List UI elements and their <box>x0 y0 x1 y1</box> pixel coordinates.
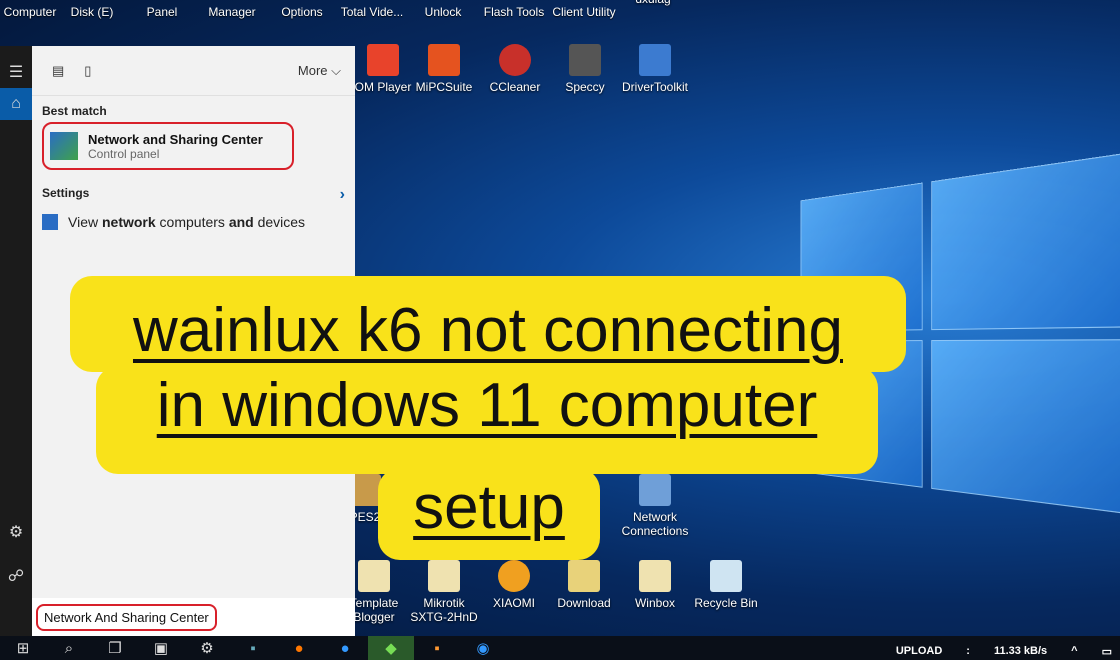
settings-icon[interactable]: ⚙ <box>184 636 230 660</box>
app-icon[interactable]: ● <box>322 636 368 660</box>
search-input[interactable]: Network And Sharing Center <box>36 603 217 631</box>
warning-icon <box>498 560 530 592</box>
ccleaner-icon <box>499 44 531 76</box>
desktop-icon[interactable]: XIAOMI <box>476 560 552 610</box>
desktop-icon[interactable]: dxdiag <box>618 0 688 6</box>
desktop-icon-speccy[interactable]: Speccy <box>547 44 623 94</box>
drivertoolkit-icon <box>639 44 671 76</box>
result-title: Network and Sharing Center <box>88 131 263 147</box>
home-icon[interactable]: ⌂ <box>0 88 32 120</box>
desktop-icon-label[interactable]: Total Vide... <box>332 5 412 19</box>
hamburger-menu-icon[interactable]: ☰ <box>0 56 32 88</box>
file-icon <box>428 560 460 592</box>
result-subtitle: Control panel <box>88 146 160 161</box>
documents-filter-icon[interactable]: ▤ <box>52 63 64 79</box>
app-icon[interactable]: ◆ <box>368 636 414 660</box>
settings-header: Settings <box>42 186 90 200</box>
network-icon <box>42 214 58 230</box>
desktop-icon-mipcsuite[interactable]: MiPCSuite <box>406 44 482 94</box>
desktop-icon-label[interactable]: Client Utility <box>544 5 624 19</box>
best-match-result[interactable]: Network and Sharing Center Control panel <box>42 122 294 170</box>
desktop-icon-ccleaner[interactable]: CCleaner <box>477 44 553 94</box>
desktop-icon[interactable]: Download <box>546 560 622 610</box>
desktop-icon-label[interactable]: Unlock <box>403 5 483 19</box>
store-icon[interactable]: ▣ <box>138 636 184 660</box>
desktop-icon-label[interactable]: Disk (E) <box>52 5 132 19</box>
desktop-icon-drivertoolkit[interactable]: DriverToolkit <box>617 44 693 94</box>
app-icon[interactable]: ◉ <box>460 636 506 660</box>
download-folder-icon <box>568 560 600 592</box>
speccy-icon <box>569 44 601 76</box>
app-icon[interactable]: ▪ <box>230 636 276 660</box>
battery-icon[interactable]: ▭ <box>1102 645 1112 658</box>
firefox-icon[interactable]: ● <box>276 636 322 660</box>
desktop-icon[interactable]: Recycle Bin <box>688 560 764 610</box>
network-sharing-icon <box>50 132 78 160</box>
chevron-up-icon[interactable]: ^ <box>1071 645 1077 658</box>
start-sidebar: ☰ ⌂ ⚙ ☍ <box>0 46 32 636</box>
settings-result[interactable]: View network computers and devices <box>32 208 355 236</box>
network-icon <box>639 474 671 506</box>
recycle-bin-icon <box>710 560 742 592</box>
file-filter-icon[interactable]: ▯ <box>84 63 91 79</box>
gear-icon[interactable]: ⚙ <box>0 516 32 548</box>
desktop-icon-label[interactable]: Computer <box>0 5 60 19</box>
mi-icon <box>428 44 460 76</box>
chevron-right-icon[interactable]: › <box>340 186 345 204</box>
settings-result-label: View network computers and devices <box>68 214 306 230</box>
desktop-icon[interactable]: Winbox <box>617 560 693 610</box>
chevron-down-icon: ⌵ <box>331 62 341 78</box>
gom-player-icon <box>367 44 399 76</box>
banner-line-2: in windows 11 computer <box>96 366 878 474</box>
banner-line-1: wainlux k6 not connecting <box>70 276 906 372</box>
desktop-icon[interactable]: Mikrotik SXTG-2HnD <box>406 560 482 624</box>
desktop-icon-label[interactable]: Options <box>262 5 342 19</box>
more-button[interactable]: More ⌵ <box>298 63 341 79</box>
windows-start-icon[interactable]: ⊞ <box>0 636 46 660</box>
feedback-icon[interactable]: ☍ <box>0 560 32 592</box>
desktop-icon-label[interactable]: Flash Tools <box>474 5 554 19</box>
best-match-header: Best match <box>42 104 107 118</box>
folder-icon <box>358 560 390 592</box>
search-box[interactable]: Network And Sharing Center <box>32 598 355 636</box>
app-icon[interactable]: ▪ <box>414 636 460 660</box>
desktop-icon-network-connections[interactable]: Network Connections <box>617 474 693 538</box>
task-view-icon[interactable]: ❐ <box>92 636 138 660</box>
search-icon[interactable]: ⌕ <box>46 636 92 660</box>
desktop-icon-label[interactable]: Panel <box>122 5 202 19</box>
file-icon <box>639 560 671 592</box>
desktop-icon-label[interactable]: Manager <box>192 5 272 19</box>
network-speed-meter: UPLOAD:11.33 kB/s ^ ▭ <box>895 645 1112 658</box>
banner-line-3: setup <box>378 468 600 560</box>
